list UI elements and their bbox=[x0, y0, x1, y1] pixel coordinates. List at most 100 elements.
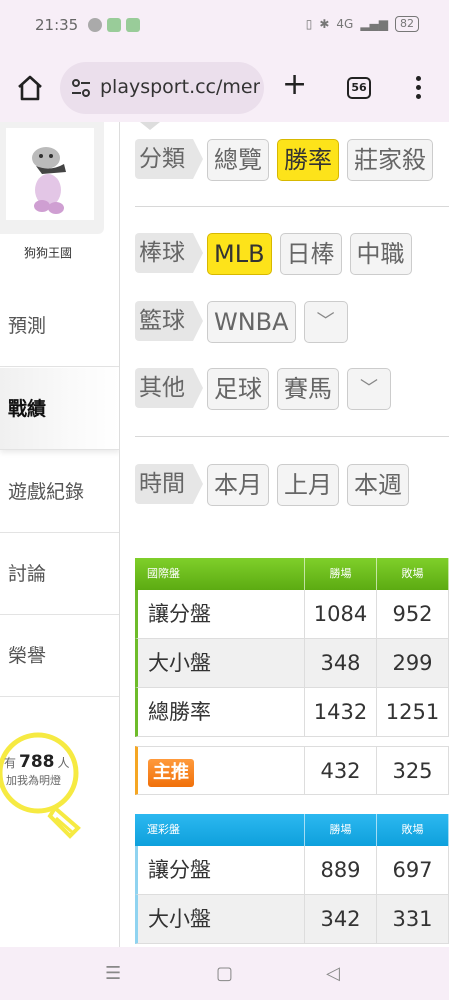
row-name: 大小盤 bbox=[138, 895, 305, 943]
row-name: 總勝率 bbox=[138, 688, 305, 736]
filter-label-time: 時間 bbox=[135, 464, 203, 504]
row-win: 432 bbox=[305, 747, 377, 794]
filter-label-other: 其他 bbox=[135, 368, 203, 408]
app-icon-2 bbox=[126, 18, 140, 32]
row-loss: 299 bbox=[377, 639, 449, 687]
row-loss: 325 bbox=[377, 747, 449, 794]
site-settings-icon[interactable] bbox=[70, 77, 92, 99]
recents-icon[interactable]: ☰ bbox=[105, 963, 121, 984]
filter-basketball: 籃球 WNBA ﹀ bbox=[135, 301, 348, 343]
divider bbox=[135, 436, 449, 437]
status-time: 21:35 bbox=[35, 16, 79, 34]
header-name: 運彩盤 bbox=[135, 814, 305, 846]
chip-mlb[interactable]: MLB bbox=[207, 233, 272, 275]
table-header: 運彩盤 勝場 敗場 bbox=[135, 814, 449, 846]
table-row: 讓分盤 889 697 bbox=[135, 846, 449, 895]
row-loss: 952 bbox=[377, 590, 449, 638]
sidebar-item-game-log[interactable]: 遊戲紀錄 bbox=[0, 451, 119, 533]
chip-soccer[interactable]: 足球 bbox=[207, 368, 269, 410]
sidebar-item-record[interactable]: 戰績 bbox=[0, 368, 119, 450]
sidebar-item-discussion[interactable]: 討論 bbox=[0, 533, 119, 615]
followers-caption: 加我為明燈 bbox=[6, 774, 61, 787]
chat-icon bbox=[88, 18, 102, 32]
row-name: 大小盤 bbox=[138, 639, 305, 687]
followers-count: 有 788 人 bbox=[4, 752, 70, 772]
chip-horse-racing[interactable]: 賽馬 bbox=[277, 368, 339, 410]
lottery-table: 運彩盤 勝場 敗場 讓分盤 889 697 大小盤 342 331 bbox=[135, 814, 449, 944]
row-loss: 331 bbox=[377, 895, 449, 943]
followers-number: 788 bbox=[19, 752, 55, 772]
home-icon[interactable] bbox=[14, 72, 46, 104]
bluetooth-icon: ✱ bbox=[319, 17, 330, 31]
table-row: 大小盤 342 331 bbox=[135, 895, 449, 944]
main-content: 分類 總覽 勝率 莊家殺 棒球 MLB 日棒 中職 籃球 WNBA ﹀ 其他 足… bbox=[120, 122, 449, 947]
username[interactable]: 狗狗王國 bbox=[0, 244, 96, 261]
table-row: 總勝率 1432 1251 bbox=[135, 688, 449, 737]
more-menu-icon[interactable] bbox=[412, 74, 424, 102]
back-icon[interactable]: ◁ bbox=[326, 963, 340, 984]
battery-icon: 82 bbox=[395, 16, 419, 32]
row-name: 讓分盤 bbox=[138, 590, 305, 638]
home-nav-icon[interactable]: ▢ bbox=[216, 963, 233, 984]
featured-badge: 主推 bbox=[148, 759, 194, 787]
sidebar-item-predict[interactable]: 預測 bbox=[0, 285, 119, 367]
row-win: 342 bbox=[305, 895, 377, 943]
table-header: 國際盤 勝場 敗場 bbox=[135, 558, 449, 590]
table-row: 主推 432 325 bbox=[135, 746, 449, 795]
new-tab-icon[interactable]: + bbox=[282, 70, 307, 100]
header-win: 勝場 bbox=[305, 814, 377, 846]
chip-last-month[interactable]: 上月 bbox=[277, 464, 339, 506]
filter-label-category: 分類 bbox=[135, 139, 203, 179]
cell-bars-icon: ▂▄▆ bbox=[360, 17, 388, 31]
sidebar: 狗狗王國 預測 戰績 遊戲紀錄 討論 榮譽 有 788 人 加我為明燈 bbox=[0, 122, 120, 947]
chip-wnba[interactable]: WNBA bbox=[207, 301, 296, 343]
chevron-down-icon[interactable]: ﹀ bbox=[303, 301, 348, 343]
notification-icons bbox=[88, 18, 140, 32]
row-name: 主推 bbox=[138, 747, 305, 794]
tab-switcher-button[interactable]: 56 bbox=[347, 77, 371, 99]
menu-pointer bbox=[140, 122, 160, 130]
chip-npb[interactable]: 日棒 bbox=[279, 233, 342, 275]
chip-win-rate[interactable]: 勝率 bbox=[277, 139, 339, 181]
row-loss: 1251 bbox=[377, 688, 449, 736]
header-name: 國際盤 bbox=[135, 558, 305, 590]
featured-row: 主推 432 325 bbox=[135, 746, 449, 795]
lightbulb-icon[interactable] bbox=[0, 728, 90, 848]
url-text: playsport.cc/men bbox=[100, 76, 260, 98]
row-win: 1432 bbox=[305, 688, 377, 736]
filter-time: 時間 本月 上月 本週 bbox=[135, 464, 409, 506]
status-bar: 21:35 ▯ ✱ 4G ▂▄▆ 82 bbox=[0, 0, 449, 52]
chip-this-week[interactable]: 本週 bbox=[347, 464, 409, 506]
international-table: 國際盤 勝場 敗場 讓分盤 1084 952 大小盤 348 299 總勝率 1… bbox=[135, 558, 449, 737]
divider bbox=[135, 206, 449, 207]
followers-suffix: 人 bbox=[57, 756, 70, 770]
table-row: 讓分盤 1084 952 bbox=[135, 590, 449, 639]
filter-label-basketball: 籃球 bbox=[135, 301, 203, 341]
chip-bookie-kill[interactable]: 莊家殺 bbox=[347, 139, 433, 181]
filter-baseball: 棒球 MLB 日棒 中職 bbox=[135, 233, 412, 275]
vibrate-icon: ▯ bbox=[305, 17, 313, 31]
system-nav-bar: ☰ ▢ ◁ bbox=[0, 947, 449, 1000]
chip-this-month[interactable]: 本月 bbox=[207, 464, 269, 506]
header-loss: 敗場 bbox=[377, 814, 449, 846]
system-icons: ▯ ✱ 4G ▂▄▆ 82 bbox=[306, 16, 419, 32]
avatar[interactable] bbox=[6, 128, 94, 220]
row-win: 348 bbox=[305, 639, 377, 687]
sidebar-item-honor[interactable]: 榮譽 bbox=[0, 615, 119, 697]
row-name: 讓分盤 bbox=[138, 846, 305, 894]
header-loss: 敗場 bbox=[377, 558, 449, 590]
avatar-frame bbox=[0, 122, 104, 234]
signal-icon: 4G bbox=[336, 17, 354, 31]
filter-other: 其他 足球 賽馬 ﹀ bbox=[135, 368, 391, 410]
filter-category: 分類 總覽 勝率 莊家殺 bbox=[135, 139, 433, 181]
chevron-down-icon[interactable]: ﹀ bbox=[347, 368, 391, 410]
row-win: 1084 bbox=[305, 590, 377, 638]
filter-label-baseball: 棒球 bbox=[135, 233, 203, 273]
chip-cpbl[interactable]: 中職 bbox=[349, 233, 412, 275]
row-loss: 697 bbox=[377, 846, 449, 894]
followers-prefix: 有 bbox=[4, 756, 17, 770]
address-bar[interactable]: playsport.cc/men bbox=[60, 62, 264, 114]
table-row: 大小盤 348 299 bbox=[135, 639, 449, 688]
header-win: 勝場 bbox=[305, 558, 377, 590]
chip-overview[interactable]: 總覽 bbox=[207, 139, 269, 181]
